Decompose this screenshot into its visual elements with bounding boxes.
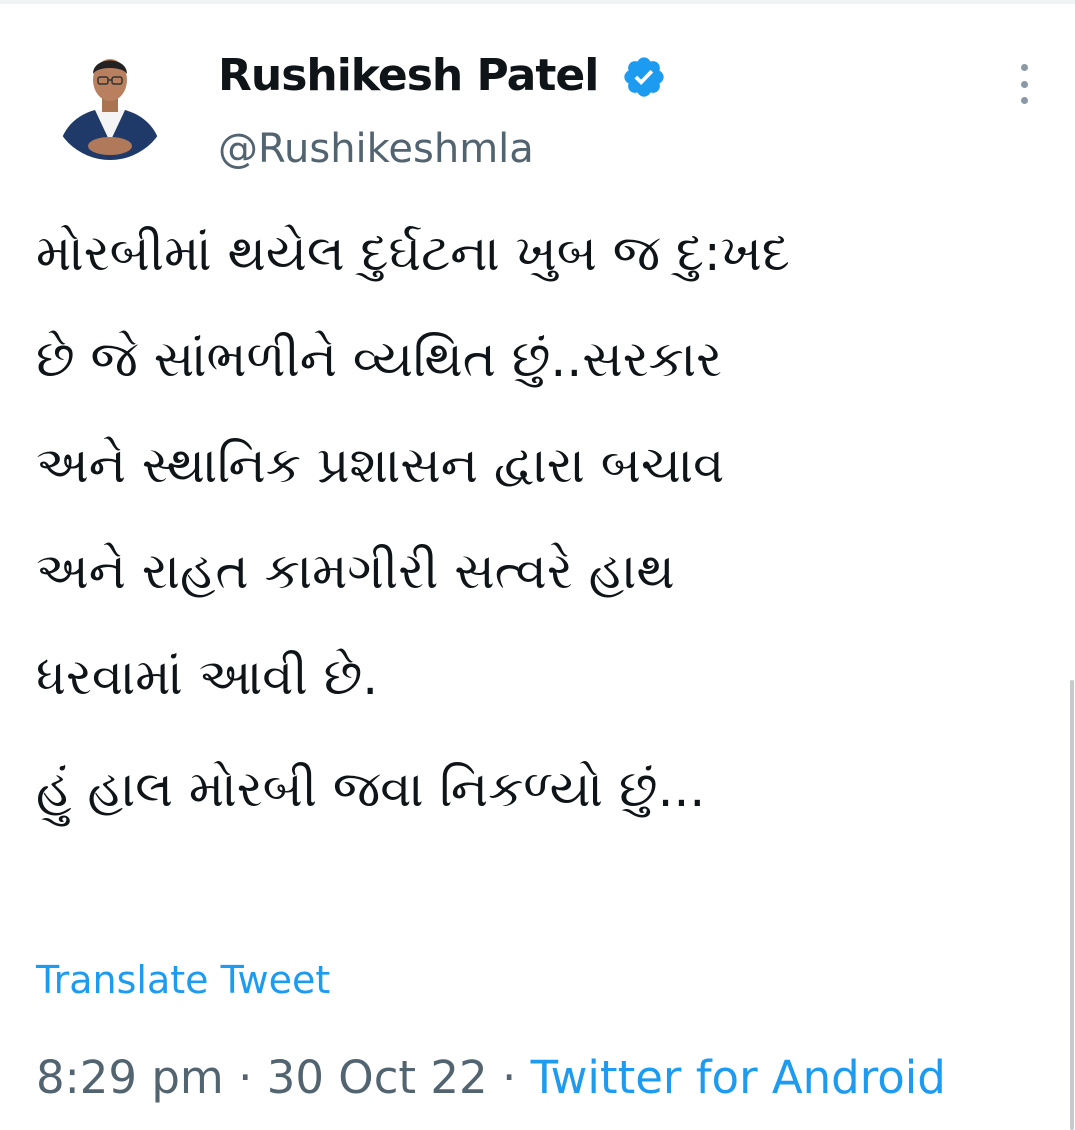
meta-separator: · [238, 1051, 253, 1104]
verified-badge-icon [621, 54, 667, 100]
tweet-text-line: મોરબીમાં થયેલ દુર્ઘટના ખુબ જ દુ:ખદ [36, 224, 790, 282]
scrollbar[interactable] [1070, 680, 1074, 1130]
top-divider [0, 0, 1075, 4]
tweet-text-line: હું હાલ મોરબી જવા નિકળ્યો છું... [36, 760, 706, 818]
more-dot [1020, 64, 1028, 71]
tweet-text: મોરબીમાં થયેલ દુર્ઘટના ખુબ જ દુ:ખદ છે જે… [36, 200, 1046, 842]
tweet-metadata: 8:29 pm · 30 Oct 22 · Twitter for Androi… [36, 1048, 946, 1108]
author-avatar[interactable] [51, 42, 169, 160]
author-handle[interactable]: @Rushikeshmla [218, 124, 534, 174]
tweet-text-line: અને સ્થાનિક પ્રશાસન દ્વારા બચાવ [36, 436, 725, 494]
more-dot [1020, 97, 1028, 104]
tweet-text-line: અને રાહત કામગીરી સત્વરે હાથ [36, 542, 675, 600]
avatar-photo [51, 42, 169, 160]
tweet-time[interactable]: 8:29 pm [36, 1051, 224, 1104]
translate-tweet-link[interactable]: Translate Tweet [36, 954, 330, 1006]
author-display-name[interactable]: Rushikesh Patel [218, 50, 599, 102]
more-options-icon[interactable] [1006, 56, 1042, 112]
meta-separator: · [501, 1051, 517, 1104]
tweet-date[interactable]: 30 Oct 22 [267, 1051, 488, 1104]
tweet-text-line: ધરવામાં આવી છે. [36, 648, 379, 706]
more-dot [1020, 80, 1028, 88]
tweet-text-line: છે જે સાંભળીને વ્યથિત છું..સરકાર [36, 330, 722, 388]
tweet-source-link[interactable]: Twitter for Android [531, 1051, 946, 1104]
